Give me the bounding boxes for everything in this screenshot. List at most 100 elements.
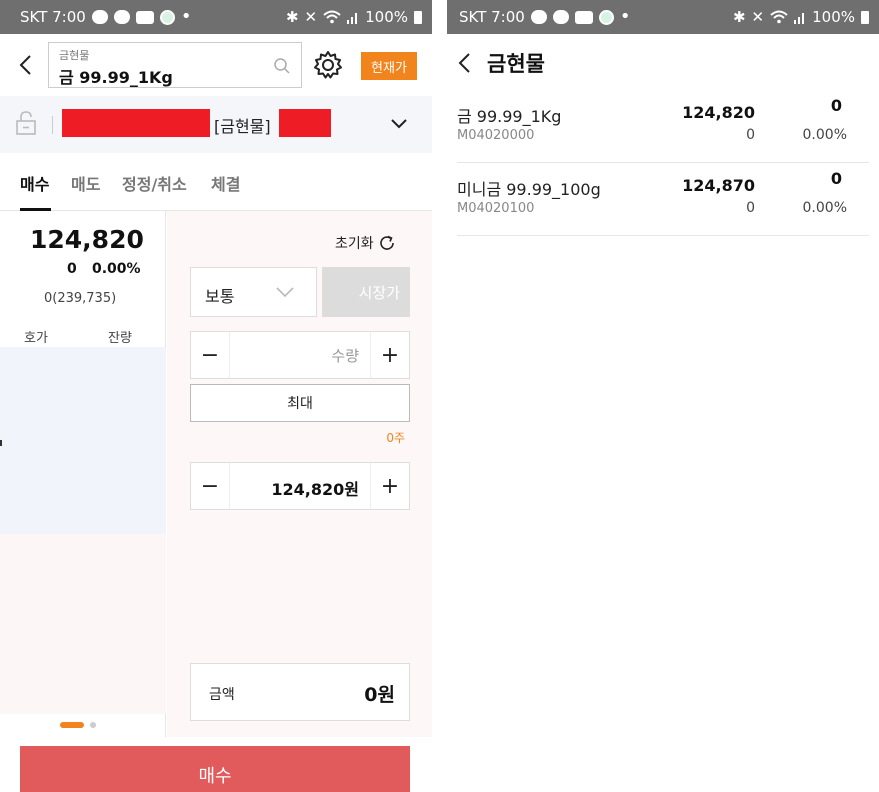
- order-form: 초기화 보통 시장가 − 수량 + 최대 0주 − 124,820원 + 금액 …: [167, 211, 432, 737]
- divider: [52, 116, 53, 134]
- search-icon[interactable]: [273, 57, 291, 75]
- redacted-account-number: [62, 109, 210, 137]
- page-title: 금현물: [487, 52, 545, 76]
- buy-button[interactable]: 매수: [20, 746, 410, 792]
- item-change-pct: 0.00%: [802, 200, 847, 216]
- page-dot-active: [60, 722, 84, 728]
- price-panel: 124,820 0 0.00% 0(239,735) 호가 잔량: [0, 211, 166, 737]
- gear-icon[interactable]: [313, 50, 343, 80]
- battery-icon: [861, 10, 869, 24]
- chevron-down-icon[interactable]: [390, 118, 408, 130]
- reset-label: 초기화: [335, 236, 374, 252]
- lock-icon[interactable]: [14, 110, 38, 136]
- more-notifications-icon: •: [619, 6, 631, 27]
- tab-executions[interactable]: 체결: [211, 171, 240, 195]
- orderbook-header: 호가 잔량: [0, 321, 166, 347]
- order-tabs: 매수 매도 정정/취소 체결: [0, 153, 432, 211]
- stock-search-input[interactable]: 금현물 금 99.99_1Kg: [48, 42, 302, 88]
- cloud-app-icon: [552, 10, 569, 24]
- price-change-pct: 0.00%: [92, 261, 141, 277]
- quantity-stepper: − 수량 +: [190, 331, 410, 379]
- chevron-down-icon: [276, 287, 294, 298]
- item-code: M04020100: [457, 201, 535, 216]
- current-price-button[interactable]: 현재가: [361, 52, 417, 80]
- available-quantity: 0주: [386, 431, 405, 445]
- battery-icon: [414, 10, 422, 24]
- max-quantity-button[interactable]: 최대: [190, 384, 410, 422]
- chat-bubble-icon: [530, 10, 547, 24]
- more-notifications-icon: •: [180, 6, 192, 27]
- orderbook-header-price: 호가: [24, 331, 48, 346]
- battery-level: 100%: [812, 8, 855, 26]
- orderbook-ask-area[interactable]: [0, 347, 166, 534]
- reset-button[interactable]: 초기화: [335, 233, 396, 253]
- quantity-increase-button[interactable]: +: [371, 332, 409, 378]
- quantity-input[interactable]: 수량: [331, 345, 359, 366]
- item-change-pct: 0.00%: [802, 127, 847, 143]
- redacted-account-name: [279, 109, 331, 137]
- orderbook-header-remaining: 잔량: [108, 331, 132, 346]
- status-time: SKT 7:00: [20, 8, 86, 26]
- account-type-label: [금현물]: [214, 117, 271, 136]
- price-decrease-button[interactable]: −: [191, 463, 229, 509]
- order-type-value: 보통: [205, 287, 235, 306]
- item-volume: 0: [746, 200, 755, 216]
- page-indicator: [60, 722, 96, 728]
- item-change: 0: [830, 169, 842, 188]
- face-app-icon: [598, 9, 614, 25]
- item-price: 124,820: [682, 103, 755, 122]
- bluetooth-icon: ✱: [732, 8, 746, 26]
- mute-icon: ✕: [304, 8, 318, 26]
- status-time: SKT 7:00: [459, 8, 525, 26]
- mute-icon: ✕: [751, 8, 765, 26]
- edge-marker: [0, 440, 2, 446]
- signal-icon: [794, 13, 805, 24]
- order-amount: 금액 0원: [190, 663, 410, 721]
- market-price-button[interactable]: 시장가: [322, 267, 410, 317]
- price-increase-button[interactable]: +: [371, 463, 409, 509]
- price-stepper: − 124,820원 +: [190, 462, 410, 510]
- tab-modify-cancel[interactable]: 정정/취소: [122, 171, 187, 195]
- trade-volume: 0(239,735): [44, 291, 117, 306]
- bluetooth-icon: ✱: [285, 8, 299, 26]
- order-header: 금현물 금 99.99_1Kg 현재가: [0, 34, 432, 96]
- stock-list-screen: SKT 7:00 • ✱ ✕ 100% 금현물 금 99.99_1Kg M040…: [447, 0, 879, 792]
- item-change: 0: [830, 96, 842, 115]
- refresh-icon: [379, 235, 394, 250]
- signal-icon: [347, 13, 358, 24]
- kbank-app-icon: [135, 10, 154, 24]
- price-input[interactable]: 124,820원: [271, 476, 359, 500]
- cloud-app-icon: [113, 10, 130, 24]
- amount-value: 0원: [364, 684, 395, 706]
- tab-buy[interactable]: 매수: [20, 171, 49, 195]
- amount-label: 금액: [209, 687, 235, 703]
- order-type-select[interactable]: 보통: [190, 267, 317, 317]
- list-header: 금현물: [447, 34, 879, 90]
- list-item[interactable]: 미니금 99.99_100g M04020100 124,870 0 0 0.0…: [457, 163, 869, 236]
- item-volume: 0: [746, 127, 755, 143]
- page-dot[interactable]: [90, 722, 96, 728]
- face-app-icon: [159, 9, 175, 25]
- order-screen: SKT 7:00 • ✱ ✕ 100% 금현물 금 99.99_1Kg 현재가: [0, 0, 432, 792]
- list-item[interactable]: 금 99.99_1Kg M04020000 124,820 0 0 0.00%: [457, 90, 869, 163]
- item-name: 미니금 99.99_100g: [457, 180, 601, 199]
- wifi-icon: [323, 10, 341, 24]
- kbank-app-icon: [574, 10, 593, 24]
- item-code: M04020000: [457, 128, 535, 143]
- back-arrow-icon[interactable]: [16, 54, 36, 76]
- tab-sell[interactable]: 매도: [71, 171, 100, 195]
- quantity-decrease-button[interactable]: −: [191, 332, 229, 378]
- stock-account-bar[interactable]: [금현물]: [0, 96, 432, 153]
- wifi-icon: [770, 10, 788, 24]
- current-price: 124,820: [30, 225, 144, 254]
- item-name: 금 99.99_1Kg: [457, 107, 562, 126]
- search-value: 금 99.99_1Kg: [59, 68, 173, 87]
- price-change: 0: [67, 261, 77, 277]
- search-label: 금현물: [59, 49, 90, 62]
- back-arrow-icon[interactable]: [457, 52, 473, 74]
- divider: [229, 332, 230, 378]
- status-bar: SKT 7:00 • ✱ ✕ 100%: [447, 0, 879, 34]
- orderbook-bid-area[interactable]: [0, 534, 166, 714]
- item-price: 124,870: [682, 176, 755, 195]
- chat-bubble-icon: [91, 10, 108, 24]
